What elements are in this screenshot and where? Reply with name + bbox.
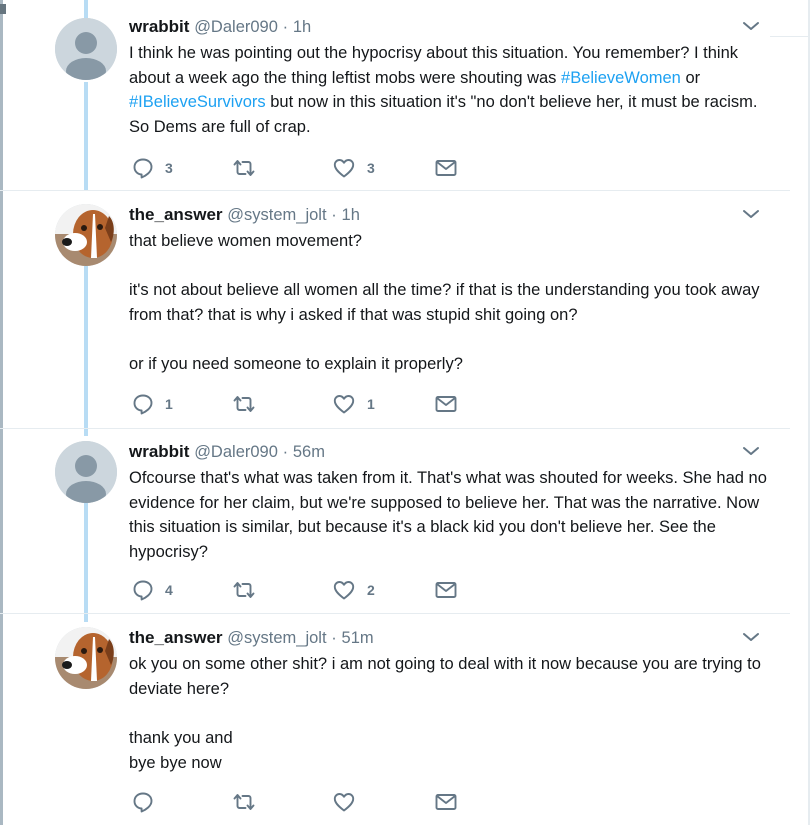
author-name[interactable]: the_answer — [129, 205, 223, 224]
tweet-timestamp[interactable]: 51m — [342, 629, 374, 647]
tweet-text-segment: that believe women movement? — [129, 232, 362, 250]
tweet-text-segment: bye bye now — [129, 753, 222, 772]
reply-button[interactable]: 3 — [132, 156, 173, 180]
hashtag-link[interactable]: #BelieveWomen — [561, 69, 681, 87]
tweet-text-segment: Ofcourse that's what was taken from it. … — [129, 469, 767, 562]
boxer-dog-photo[interactable] — [55, 627, 117, 689]
retweet-button[interactable] — [232, 578, 267, 602]
tweet-header: the_answer @system_jolt · 1h — [129, 204, 360, 226]
default-avatar[interactable] — [55, 441, 117, 503]
reply-count: 3 — [165, 160, 173, 176]
direct-message-icon — [434, 791, 458, 813]
reply-button[interactable]: 1 — [132, 392, 173, 416]
like-button[interactable]: 2 — [332, 578, 375, 602]
author-handle[interactable]: @Daler090 — [194, 443, 278, 461]
direct-message-button[interactable] — [434, 392, 458, 416]
thread-line — [84, 502, 88, 622]
author-name[interactable]: the_answer — [129, 628, 223, 647]
retweet-icon — [232, 791, 256, 813]
reply-count: 4 — [165, 582, 173, 598]
like-icon — [332, 393, 356, 415]
reply-icon — [132, 393, 154, 415]
like-icon — [332, 579, 356, 601]
tweet-text: Ofcourse that's what was taken from it. … — [129, 466, 769, 565]
tweet-paragraph: ok you on some other shit? i am not goin… — [129, 652, 769, 701]
direct-message-button[interactable] — [434, 578, 458, 602]
tweet-text: that believe women movement? it's not abo… — [129, 229, 769, 377]
chevron-down-icon[interactable] — [740, 18, 762, 34]
direct-message-button[interactable] — [434, 790, 458, 814]
tweet-paragraph: or if you need someone to explain it pro… — [129, 352, 769, 377]
author-handle[interactable]: @system_jolt — [227, 206, 326, 224]
retweet-button[interactable] — [232, 392, 267, 416]
tweet-header: the_answer @system_jolt · 51m — [129, 627, 374, 649]
tweet-text: I think he was pointing out the hypocris… — [129, 41, 769, 140]
reply-icon — [132, 157, 154, 179]
reply-icon — [132, 579, 154, 601]
top-right-divider — [770, 0, 810, 37]
retweet-icon — [232, 157, 256, 179]
chevron-down-icon[interactable] — [740, 443, 762, 459]
direct-message-icon — [434, 157, 458, 179]
tweet-divider — [0, 613, 790, 614]
like-button[interactable]: 1 — [332, 392, 375, 416]
reply-count: 1 — [165, 396, 173, 412]
chevron-down-icon[interactable] — [740, 629, 762, 645]
tweet-text-segment: it's not about believe all women all the… — [129, 281, 760, 325]
author-name[interactable]: wrabbit — [129, 17, 189, 36]
like-button[interactable] — [332, 790, 367, 814]
default-avatar[interactable] — [55, 18, 117, 80]
direct-message-icon — [434, 393, 458, 415]
reply-button[interactable]: 4 — [132, 578, 173, 602]
meta-separator: · — [331, 206, 337, 224]
direct-message-button[interactable] — [434, 156, 458, 180]
like-count: 3 — [367, 160, 375, 176]
tweet-header: wrabbit @Daler090 · 1h — [129, 16, 311, 38]
tweet-paragraph: it's not about believe all women all the… — [129, 278, 769, 327]
author-name[interactable]: wrabbit — [129, 442, 189, 461]
tweet-header: wrabbit @Daler090 · 56m — [129, 441, 325, 463]
window-left-edge — [0, 0, 3, 825]
meta-separator: · — [331, 629, 337, 647]
like-icon — [332, 157, 356, 179]
tweet-text-segment: ok you on some other shit? i am not goin… — [129, 655, 761, 698]
tweet-timestamp[interactable]: 1h — [342, 206, 360, 224]
thread-line — [84, 82, 88, 190]
tweet-text: ok you on some other shit? i am not goin… — [129, 652, 769, 776]
direct-message-icon — [434, 579, 458, 601]
tweet-divider — [0, 428, 790, 429]
meta-separator: · — [282, 18, 289, 36]
retweet-icon — [232, 579, 256, 601]
tweet-text-segment: or if you need someone to explain it pro… — [129, 355, 463, 374]
reply-icon — [132, 791, 154, 813]
tweet-paragraph: that believe women movement? — [129, 229, 769, 254]
retweet-icon — [232, 393, 256, 415]
tweet-text-segment: or — [680, 68, 701, 87]
tweet-paragraph: I think he was pointing out the hypocris… — [129, 41, 769, 140]
like-icon — [332, 791, 356, 813]
tweet-divider — [0, 190, 790, 191]
author-handle[interactable]: @system_jolt — [227, 629, 326, 647]
thread-line — [84, 0, 88, 18]
retweet-button[interactable] — [232, 156, 267, 180]
tweet-text-segment: thank you and — [129, 729, 233, 748]
reply-button[interactable] — [132, 790, 165, 814]
thread-line — [84, 266, 88, 436]
tweet-paragraph: Ofcourse that's what was taken from it. … — [129, 466, 769, 565]
chevron-down-icon[interactable] — [740, 206, 762, 222]
tweet-paragraph: thank you and bye bye now — [129, 726, 769, 775]
meta-separator: · — [282, 443, 289, 461]
tweet-timestamp[interactable]: 56m — [293, 443, 325, 461]
hashtag-link[interactable]: #IBelieveSurvivors — [129, 93, 266, 111]
tweet-timestamp[interactable]: 1h — [293, 18, 311, 36]
author-handle[interactable]: @Daler090 — [194, 18, 278, 36]
boxer-dog-photo[interactable] — [55, 204, 117, 266]
retweet-button[interactable] — [232, 790, 267, 814]
like-count: 1 — [367, 396, 375, 412]
like-button[interactable]: 3 — [332, 156, 375, 180]
window-edge-marker — [0, 4, 6, 14]
like-count: 2 — [367, 582, 375, 598]
